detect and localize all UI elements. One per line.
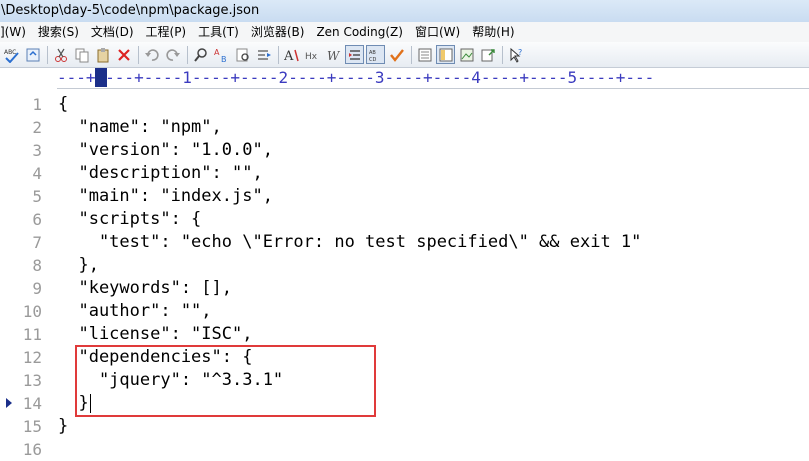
- toolbar-separator: [502, 45, 503, 64]
- gutter-corner: [0, 68, 57, 89]
- hex-icon[interactable]: Hx: [303, 45, 322, 64]
- menu-document[interactable]: 文档(D): [85, 22, 140, 42]
- cut-icon[interactable]: [51, 45, 70, 64]
- undo-icon[interactable]: [142, 45, 161, 64]
- line-number: 13: [22, 371, 42, 390]
- svg-text:CD: CD: [369, 57, 376, 62]
- line-number-gutter: 1 2 3 4 5 6 7 8 9 10 11 12 13 14 15 16: [0, 89, 52, 459]
- toolbar-separator: [278, 45, 279, 64]
- help-pointer-icon[interactable]: ?: [506, 45, 525, 64]
- svg-text:Hx: Hx: [305, 52, 318, 62]
- svg-text:ABC: ABC: [4, 49, 16, 56]
- svg-text:B: B: [221, 55, 227, 63]
- line-number: 2: [32, 118, 42, 137]
- code-line: {: [58, 94, 69, 114]
- code-line: "test": "echo \"Error: no test specified…: [58, 232, 642, 252]
- spellcheck-icon[interactable]: ABC: [2, 45, 21, 64]
- find-icon[interactable]: [191, 45, 210, 64]
- line-number: 7: [32, 233, 42, 252]
- menu-project[interactable]: 工程(P): [140, 22, 193, 42]
- column-ruler: ---+----+----1----+----2----+----3----+-…: [57, 68, 809, 89]
- code-line: "main": "index.js",: [58, 186, 273, 206]
- line-number: 10: [22, 302, 42, 321]
- image-icon[interactable]: [457, 45, 476, 64]
- redo-icon[interactable]: [163, 45, 182, 64]
- toolbar-separator: [138, 45, 139, 64]
- annotation-highlight-box: [75, 345, 376, 417]
- svg-text:A: A: [214, 48, 220, 57]
- menu-zen-coding[interactable]: Zen Coding(Z): [310, 22, 409, 42]
- toolbar-separator: [411, 45, 412, 64]
- toolbar-separator: [47, 45, 48, 64]
- code-line: "version": "1.0.0",: [58, 140, 273, 160]
- toolbar: ABC AB A Hx W AB CD ?: [0, 42, 809, 68]
- toolbar-separator: [187, 45, 188, 64]
- ruler-scale: ---+----+----1----+----2----+----3----+-…: [57, 68, 655, 87]
- copy-icon[interactable]: [72, 45, 91, 64]
- menu-bar: ](W) 搜索(S) 文档(D) 工程(P) 工具(T) 浏览器(B) Zen …: [0, 22, 809, 42]
- line-number: 16: [22, 440, 42, 459]
- panel-icon[interactable]: [415, 45, 434, 64]
- menu-search[interactable]: 搜索(S): [32, 22, 85, 42]
- paste-icon[interactable]: [93, 45, 112, 64]
- menu-tools[interactable]: 工具(T): [192, 22, 245, 42]
- refresh-icon[interactable]: [23, 45, 42, 64]
- indent-icon[interactable]: [345, 45, 364, 64]
- column-mode-icon[interactable]: AB CD: [366, 45, 385, 64]
- delete-icon[interactable]: [114, 45, 133, 64]
- menu-window[interactable]: 窗口(W): [409, 22, 466, 42]
- line-number: 5: [32, 187, 42, 206]
- line-number: 3: [32, 141, 42, 160]
- line-number: 8: [32, 256, 42, 275]
- line-number: 15: [22, 417, 42, 436]
- svg-text:?: ?: [518, 48, 522, 57]
- line-number: 4: [32, 164, 42, 183]
- code-line: "name": "npm",: [58, 117, 222, 137]
- line-number: 6: [32, 210, 42, 229]
- current-line-marker-icon: [6, 398, 12, 408]
- code-line: "license": "ISC",: [58, 324, 253, 344]
- split-view-icon[interactable]: [436, 45, 455, 64]
- line-number: 14: [22, 394, 42, 413]
- menu-window-partial[interactable]: ](W): [0, 22, 32, 42]
- code-line: "scripts": {: [58, 209, 202, 229]
- menu-browser[interactable]: 浏览器(B): [245, 22, 311, 42]
- code-line: }: [58, 416, 69, 436]
- font-icon[interactable]: A: [282, 45, 301, 64]
- replace-icon[interactable]: AB: [212, 45, 231, 64]
- code-line: "description": "",: [58, 163, 263, 183]
- svg-text:A: A: [284, 49, 294, 63]
- code-line: "keywords": [],: [58, 278, 232, 298]
- checkmark-icon[interactable]: [387, 45, 406, 64]
- svg-text:AB: AB: [369, 50, 376, 56]
- export-icon[interactable]: [478, 45, 497, 64]
- code-line: "author": "",: [58, 301, 212, 321]
- ruler-cursor-marker: [95, 68, 107, 87]
- window-title: \Desktop\day-5\code\npm\package.json: [0, 0, 809, 22]
- find-in-files-icon[interactable]: [233, 45, 252, 64]
- jump-icon[interactable]: [254, 45, 273, 64]
- svg-text:W: W: [327, 49, 341, 63]
- line-number: 12: [22, 348, 42, 367]
- line-number: 1: [32, 95, 42, 114]
- code-line: },: [58, 255, 99, 275]
- line-number: 9: [32, 279, 42, 298]
- wordwrap-icon[interactable]: W: [324, 45, 343, 64]
- menu-help[interactable]: 帮助(H): [466, 22, 520, 42]
- line-number: 11: [22, 325, 42, 344]
